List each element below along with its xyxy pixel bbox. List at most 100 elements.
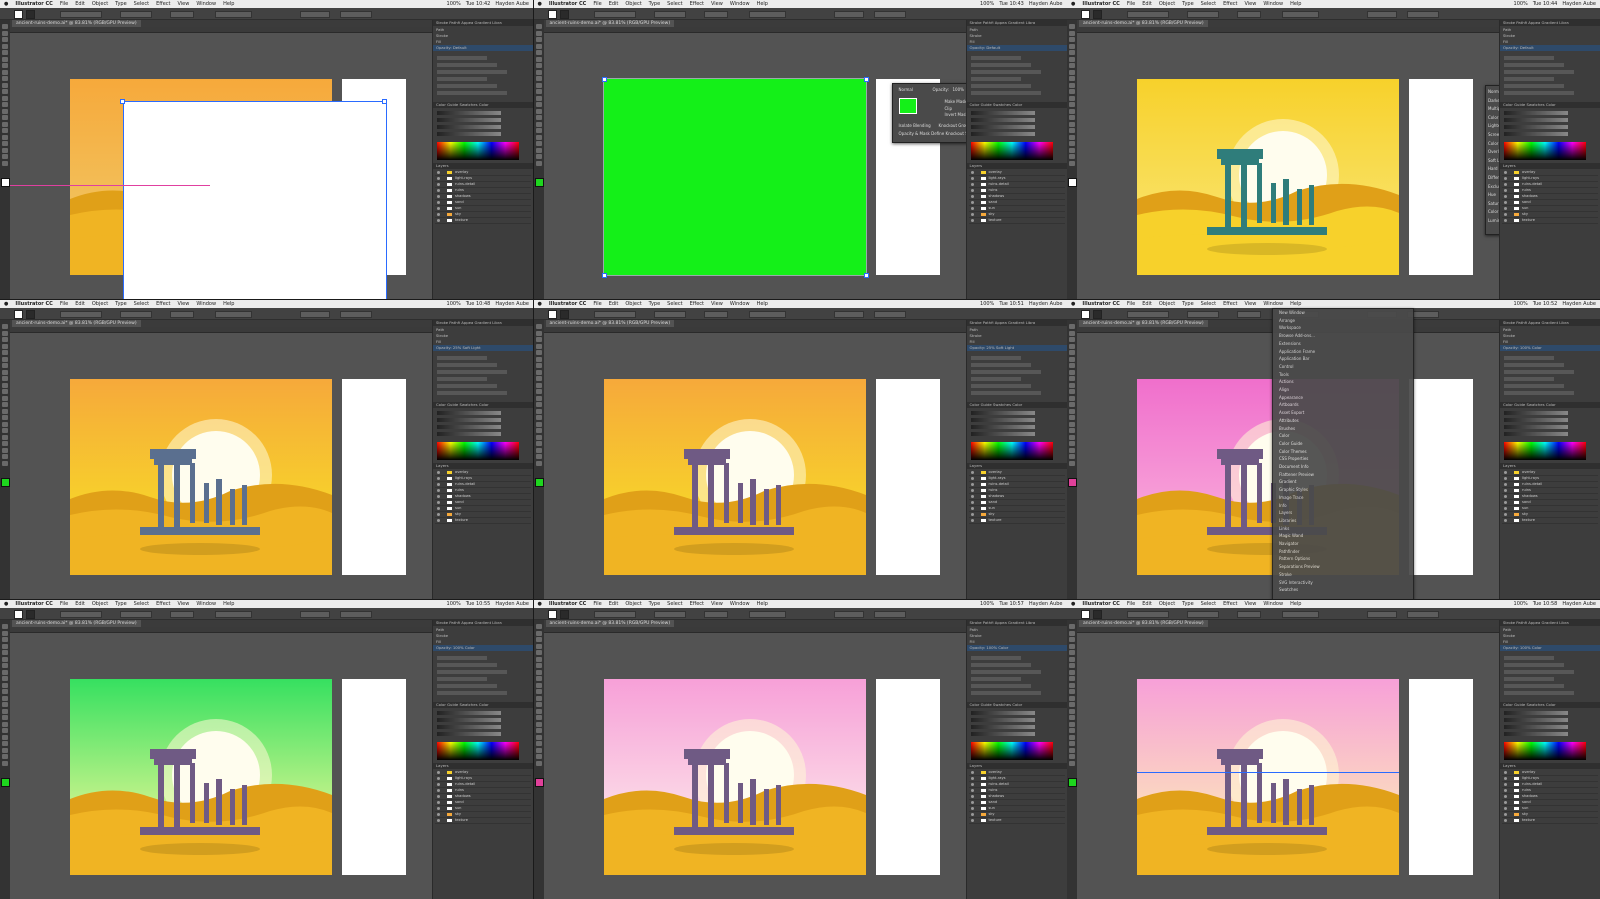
menu-file[interactable]: File [593,601,601,607]
visibility-eye-icon[interactable] [437,807,440,810]
tool-icon[interactable] [1069,76,1075,81]
visibility-eye-icon[interactable] [970,807,974,810]
tool-icon[interactable] [1069,89,1075,94]
color-slider[interactable] [1504,411,1568,415]
invert-mask-checkbox[interactable]: Invert Mask [945,113,967,117]
make-mask-button[interactable]: Make Mask [945,100,967,104]
control-field[interactable] [170,11,194,18]
control-field[interactable] [833,311,864,318]
color-slider[interactable] [970,111,1035,115]
tool-icon[interactable] [535,324,542,329]
window-menu-item[interactable]: Brushes [1279,426,1295,431]
tool-icon[interactable] [1069,128,1075,133]
control-field[interactable] [1187,11,1219,18]
tool-icon[interactable] [535,76,542,81]
visibility-eye-icon[interactable] [1504,507,1507,510]
tool-icon[interactable] [1069,441,1075,446]
visibility-eye-icon[interactable] [1504,819,1507,822]
tool-icon[interactable] [535,708,542,714]
panel-field[interactable] [1504,84,1564,88]
visibility-eye-icon[interactable] [1504,171,1507,174]
control-field[interactable] [1127,611,1169,618]
tool-icon[interactable] [1069,95,1075,101]
color-panel-tabs[interactable]: Color Guide Swatches Color [433,702,533,708]
color-spectrum[interactable] [437,442,519,460]
stroke-swatch[interactable] [1093,610,1102,619]
tool-icon[interactable] [2,454,8,459]
menu-effect[interactable]: Effect [690,1,704,7]
visibility-eye-icon[interactable] [437,789,440,792]
tool-icon[interactable] [2,421,8,427]
tool-icon[interactable] [2,24,8,29]
tool-icon[interactable] [2,337,8,342]
window-menu-item[interactable]: Actions [1279,380,1294,384]
panel-field[interactable] [437,663,497,667]
panel-field[interactable] [970,691,1041,695]
tool-icon[interactable] [1069,343,1075,349]
appearance-opacity-row[interactable]: Opacity: 25% Soft Light [966,345,1067,351]
window-menu-item[interactable]: Links [1279,526,1289,531]
tool-icon[interactable] [1069,56,1075,62]
color-slider[interactable] [1504,111,1568,115]
control-field[interactable] [653,11,686,18]
visibility-eye-icon[interactable] [970,489,974,492]
tool-icon[interactable] [1069,624,1075,629]
tool-icon[interactable] [1069,663,1075,668]
visibility-eye-icon[interactable] [437,195,440,198]
tool-icon[interactable] [1069,656,1075,662]
document-tab[interactable]: ancient-ruins-demo.ai* @ 83.81% (RGB/GPU… [12,320,141,327]
visibility-eye-icon[interactable] [437,819,440,822]
tool-icon[interactable] [2,402,8,407]
tool-icon[interactable] [1069,637,1075,642]
white-rectangle[interactable] [123,101,387,299]
tool-icon[interactable] [535,441,542,446]
panel-field[interactable] [1504,684,1564,688]
visibility-eye-icon[interactable] [970,495,974,498]
tool-icon[interactable] [2,434,8,440]
menu-view[interactable]: View [1244,1,1256,7]
control-field[interactable] [1282,11,1319,18]
tool-icon[interactable] [1069,382,1075,388]
selection-handle[interactable] [120,99,125,104]
menu-edit[interactable]: Edit [75,601,85,607]
appearance-panel-tabs[interactable]: Stroke Pathfi Appea Gradient Libra [433,620,533,626]
tool-icon[interactable] [1069,434,1075,440]
menu-window[interactable]: Window [1263,1,1283,7]
tool-icon[interactable] [2,389,8,394]
visibility-eye-icon[interactable] [1504,813,1507,816]
fill-swatch[interactable] [14,310,23,319]
visibility-eye-icon[interactable] [970,171,974,174]
appearance-opacity-row[interactable]: Opacity: 100% Color [966,645,1067,651]
tool-icon[interactable] [1069,402,1075,407]
tool-icon[interactable] [2,89,8,94]
layer-row[interactable]: texture [968,218,1065,224]
menu-help[interactable]: Help [757,601,768,607]
tool-icon[interactable] [2,669,8,675]
panel-field[interactable] [970,391,1041,395]
tool-icon[interactable] [1069,389,1075,394]
tool-icon[interactable] [535,447,542,453]
visibility-eye-icon[interactable] [1504,189,1507,192]
visibility-eye-icon[interactable] [437,519,440,522]
color-panel-tabs[interactable]: Color Guide Swatches Color [1500,102,1600,108]
user-name[interactable]: Hayden Aube [1562,301,1596,307]
menu-help[interactable]: Help [1290,1,1301,7]
color-slider[interactable] [437,432,501,436]
panel-field[interactable] [970,663,1031,667]
menu-help[interactable]: Help [223,301,234,307]
appearance-panel-tabs[interactable]: Stroke Pathfi Appea Gradient Libra [966,20,1067,26]
panel-field[interactable] [1504,656,1554,660]
window-menu-item[interactable]: Arrange [1279,318,1295,323]
tool-icon[interactable] [1069,428,1075,433]
color-slider[interactable] [970,425,1035,429]
tool-icon[interactable] [2,154,8,159]
menu-view[interactable]: View [177,301,189,307]
color-slider[interactable] [437,118,501,122]
tool-icon[interactable] [1069,134,1075,140]
tool-icon[interactable] [535,650,542,655]
menu-help[interactable]: Help [223,1,234,7]
tool-icon[interactable] [535,160,542,166]
fill-color-swatch[interactable] [534,178,544,187]
control-field[interactable] [1127,11,1169,18]
stroke-swatch[interactable] [26,310,35,319]
